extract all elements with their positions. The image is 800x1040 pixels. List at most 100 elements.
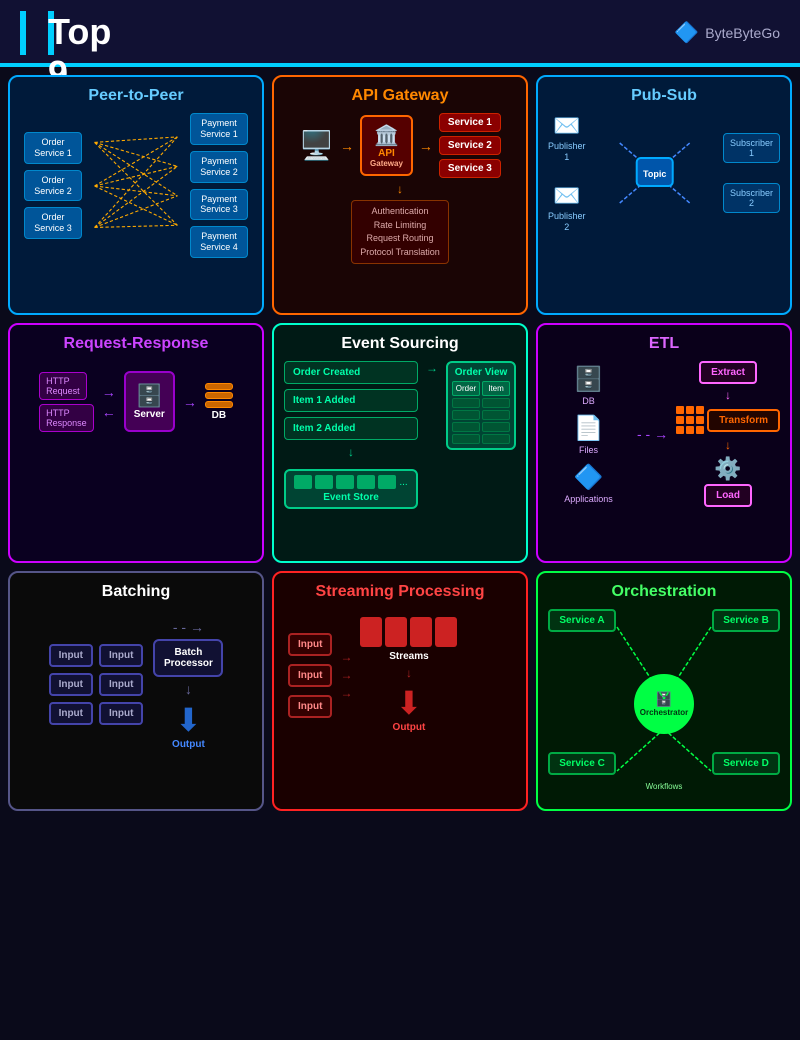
api-content: 🖥️ → 🏛️ API Gateway → Service 1 Service …: [284, 113, 516, 264]
etl-files-label: Files: [579, 445, 598, 455]
rr-arrows: → ←: [102, 384, 116, 420]
g7: [676, 426, 684, 434]
stream-block-2: [385, 617, 407, 647]
batch-input-6: Input: [99, 702, 143, 725]
rr-arrow-left: ←: [102, 404, 116, 420]
db-stack-icon: 🗄️: [574, 365, 604, 394]
etl-transform-box: Transform: [707, 409, 780, 432]
etl-gear-icon: ⚙️: [714, 456, 741, 482]
pubsub-publishers: ✉️ Publisher1 ✉️ Publisher2: [548, 113, 586, 232]
batch-input-5: Input: [49, 702, 93, 725]
batch-input-4: Input: [99, 673, 143, 696]
page-header: Top 9 System Integrations 🔷 ByteByteGo: [0, 0, 800, 67]
p2p-connections: [86, 126, 186, 246]
es-store: ... Event Store: [284, 469, 418, 509]
batch-flow: - - → BatchProcessor ↓ ⬇ Output: [153, 619, 223, 750]
g5: [686, 416, 694, 424]
stream-output: ⬇ Output: [393, 684, 426, 733]
es-order-cell-3: [452, 422, 480, 432]
api-service-3: Service 3: [439, 159, 501, 178]
pubsub-top-row: ✉️ Publisher1 ✉️ Publisher2: [548, 113, 780, 232]
card-orchestration: Orchestration Service A Service B Servic…: [536, 571, 792, 811]
gateway-label: Gateway: [370, 159, 403, 168]
etl-steps: Extract ↓ Transform: [676, 361, 780, 507]
p2p-content: OrderService 1 OrderService 2 OrderServi…: [20, 113, 252, 257]
stream-arrow-1: →: [340, 650, 352, 664]
batch-row-3: Input Input: [49, 702, 144, 725]
p2p-payments: PaymentService 1 PaymentService 2 Paymen…: [190, 113, 248, 257]
service-a: Service A: [548, 609, 616, 632]
g2: [686, 406, 694, 414]
es-table-data: [452, 398, 510, 444]
stream-output-icon: ⬇: [396, 684, 423, 722]
etl-content: 🗄️ DB 📄 Files 🔷 Applications - - → Extra…: [548, 361, 780, 507]
card-request-response: Request-Response HTTPRequest HTTPRespons…: [8, 323, 264, 563]
title-text: Top 9 System Integrations: [48, 11, 54, 55]
pubsub-content: ✉️ Publisher1 ✉️ Publisher2: [548, 113, 780, 232]
g1: [676, 406, 684, 414]
stream-content: Input Input Input → → → Streams ↓ ⬇: [284, 609, 516, 741]
es-order-view-box: Order View Order Item: [446, 361, 516, 450]
batch-down-arrow: ↓: [185, 681, 192, 697]
card-batching: Batching Input Input Input Input Input I…: [8, 571, 264, 811]
db-stack: [205, 383, 233, 408]
order-service-3: OrderService 3: [24, 207, 82, 239]
api-title: API Gateway: [284, 87, 516, 105]
g9: [696, 426, 704, 434]
etl-load-box: Load: [704, 484, 752, 507]
es-col-order: Order: [452, 381, 480, 396]
orchestrator-circle: 🗄️ Orchestrator: [634, 674, 694, 734]
envelope-icon-1: ✉️: [553, 113, 580, 139]
service-d: Service D: [712, 752, 780, 775]
api-service-1: Service 1: [439, 113, 501, 132]
stream-input-1: Input: [288, 633, 332, 656]
api-arrow-1: →: [340, 138, 354, 154]
etl-arrow-right: - - →: [637, 426, 668, 442]
publisher-2: ✉️ Publisher2: [548, 183, 586, 233]
pubsub-title: Pub-Sub: [548, 87, 780, 105]
es-event-1: Order Created: [284, 361, 418, 384]
batch-output-label: Output: [172, 739, 205, 750]
stream-title: Streaming Processing: [284, 583, 516, 601]
stream-arrow-3: →: [340, 686, 352, 700]
card-peer-to-peer: Peer-to-Peer OrderService 1 OrderService…: [8, 75, 264, 315]
logo-icon: 🔷: [674, 20, 699, 45]
es-order-view: Order View Order Item: [446, 361, 516, 509]
es-col-item: Item: [482, 381, 510, 396]
es-order-cell-1: [452, 398, 480, 408]
g3: [696, 406, 704, 414]
stream-input-2: Input: [288, 664, 332, 687]
etl-source-files: 📄 Files: [574, 414, 604, 455]
payment-service-4: PaymentService 4: [190, 226, 248, 258]
main-grid: Peer-to-Peer OrderService 1 OrderService…: [0, 67, 800, 819]
batch-output-icon: ⬇: [175, 701, 202, 739]
etl-apps-label: Applications: [564, 494, 613, 504]
stream-block-1: [360, 617, 382, 647]
http-response-box: HTTPResponse: [39, 404, 94, 432]
pubsub-subscribers: Subscriber1 Subscriber2: [723, 133, 780, 213]
es-item-cell-1: [482, 398, 510, 408]
pubsub-center: Topic: [586, 128, 723, 218]
order-service-1: OrderService 1: [24, 132, 82, 164]
rr-arrow-db: →: [183, 394, 197, 410]
es-arrow-down: ↓: [284, 445, 418, 459]
page-title: Top 9 System Integrations: [20, 10, 66, 55]
g4: [676, 416, 684, 424]
etl-title: ETL: [548, 335, 780, 353]
payment-service-3: PaymentService 3: [190, 189, 248, 221]
db-disk-3: [205, 401, 233, 408]
es-arrow-right: →: [426, 361, 438, 375]
batch-row-2: Input Input: [49, 673, 144, 696]
rr-client: HTTPRequest HTTPResponse: [39, 372, 94, 432]
api-client-icon: 🖥️: [299, 129, 334, 162]
subscriber-2-box: Subscriber2: [723, 183, 780, 213]
logo: 🔷 ByteByteGo: [674, 20, 780, 45]
rr-content: HTTPRequest HTTPResponse → ← 🗄️ Server →…: [20, 361, 252, 442]
stream-block-3: [410, 617, 432, 647]
card-event-sourcing: Event Sourcing Order Created Item 1 Adde…: [272, 323, 528, 563]
envelope-icon-2: ✉️: [553, 183, 580, 209]
files-icon: 📄: [574, 414, 604, 443]
batch-processor: BatchProcessor: [153, 639, 223, 677]
es-title: Event Sourcing: [284, 335, 516, 353]
card-streaming: Streaming Processing Input Input Input →…: [272, 571, 528, 811]
